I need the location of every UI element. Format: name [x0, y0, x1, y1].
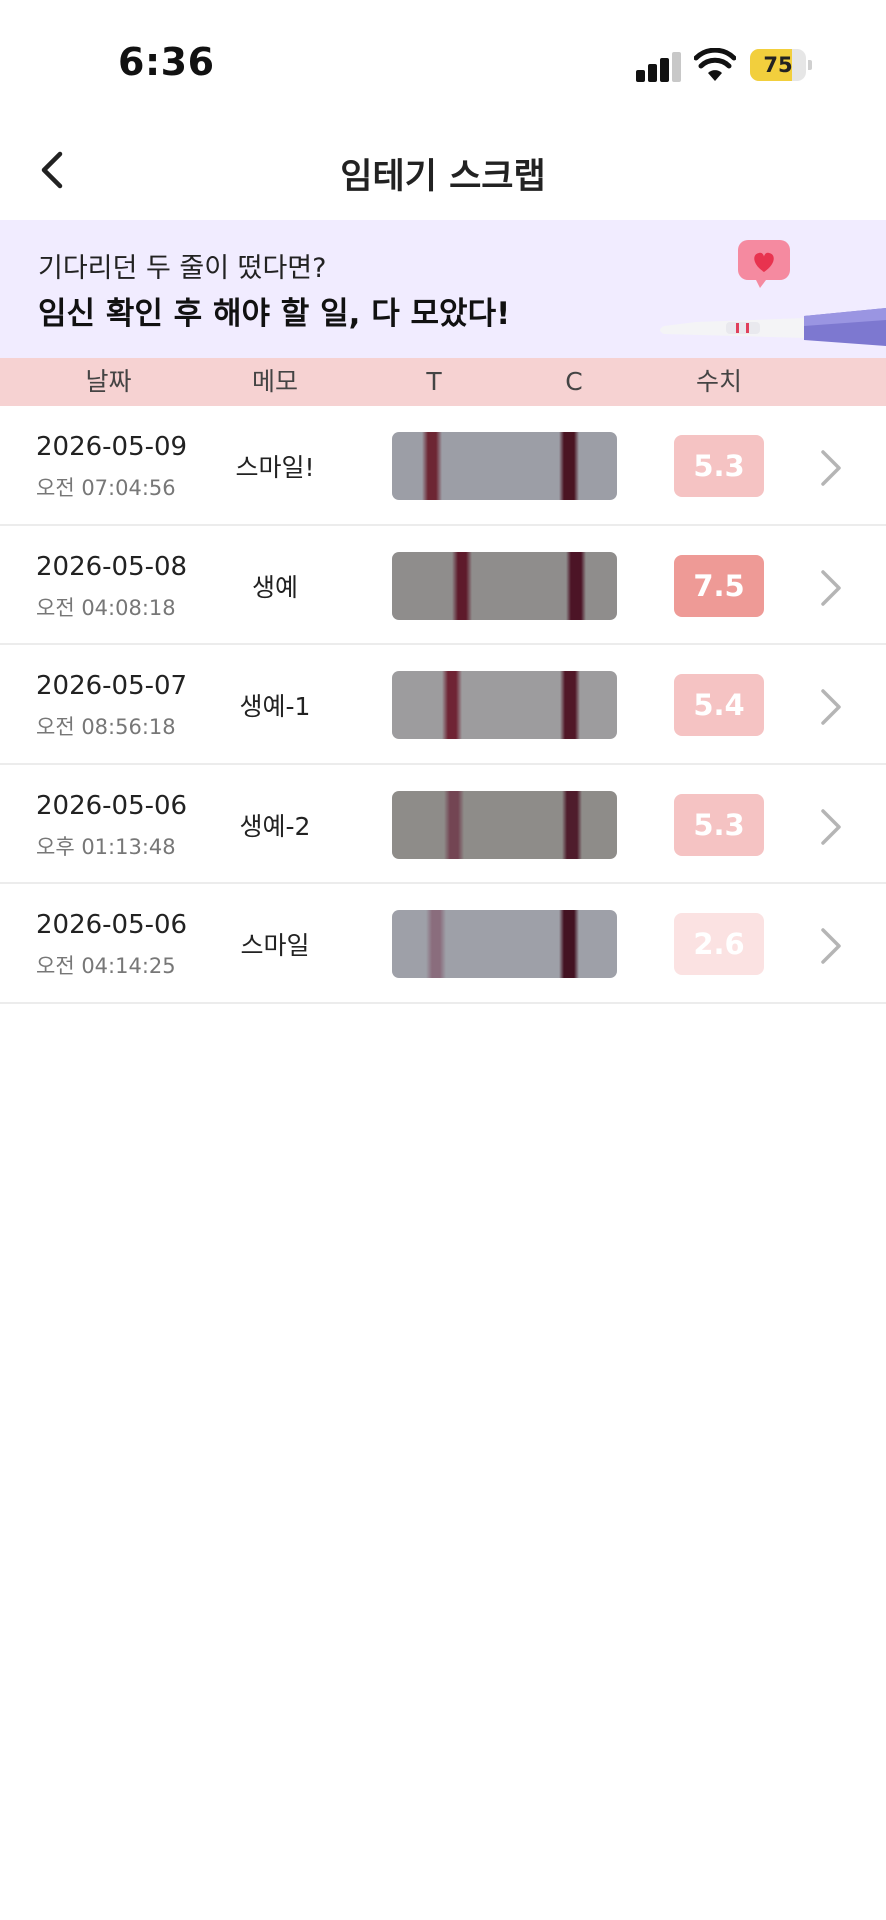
row-memo: 스마일! [235, 453, 315, 482]
chevron-right-icon [821, 928, 841, 964]
column-header-t: T [426, 367, 442, 396]
chevron-right-icon [821, 689, 841, 725]
test-line-t [442, 671, 462, 739]
row-date: 2026-05-09 [36, 432, 188, 462]
chevron-right-icon [821, 569, 841, 606]
promo-banner[interactable]: 기다리던 두 줄이 떴다면? 임신 확인 후 해야 할 일, 다 모았다! [0, 220, 886, 358]
chevron-right-icon [821, 450, 841, 486]
value-badge: 5.4 [674, 674, 764, 736]
value-badge: 5.3 [674, 793, 764, 856]
table-row[interactable]: 2026-05-08 오전 04:08:18 생예 7.5 [0, 526, 886, 645]
control-line-c [562, 790, 582, 859]
control-line-c [559, 910, 579, 978]
test-strip-image [392, 551, 617, 620]
column-header-date: 날짜 [85, 367, 132, 396]
row-date: 2026-05-06 [36, 910, 188, 940]
row-memo: 생예-2 [239, 811, 311, 841]
pregnancy-test-illustration [660, 240, 886, 346]
chevron-right-icon [821, 808, 841, 845]
test-strip-image [392, 790, 617, 859]
value-badge: 5.3 [674, 435, 764, 497]
test-stick-icon [660, 308, 886, 346]
test-line-t [452, 551, 472, 620]
control-line-c [560, 671, 580, 739]
column-header-value: 수치 [695, 367, 742, 396]
test-strip-image [392, 671, 617, 739]
test-line-t [426, 910, 446, 978]
banner-headline: 임신 확인 후 해야 할 일, 다 모았다! [38, 296, 511, 332]
table-row[interactable]: 2026-05-09 오전 07:04:56 스마일! 5.3 [0, 406, 886, 526]
table-row[interactable]: 2026-05-07 오전 08:56:18 생예-1 5.4 [0, 645, 886, 765]
battery-level: 75 [763, 53, 793, 77]
heart-bubble-icon [738, 240, 790, 288]
test-strip-image [392, 910, 617, 978]
row-time: 오전 04:14:25 [36, 954, 176, 978]
row-time: 오후 01:13:48 [36, 834, 176, 859]
row-date: 2026-05-07 [36, 671, 188, 701]
battery-icon: 75 [750, 49, 812, 81]
value-badge: 7.5 [674, 554, 764, 617]
row-time: 오전 07:04:56 [36, 476, 176, 500]
row-time: 오전 04:08:18 [36, 595, 176, 620]
test-line-t [422, 432, 442, 500]
row-memo: 생예-1 [239, 692, 311, 721]
row-date: 2026-05-06 [36, 790, 188, 821]
row-date: 2026-05-08 [36, 551, 188, 582]
test-strip-image [392, 432, 617, 500]
row-time: 오전 08:56:18 [36, 715, 176, 739]
test-line-t [444, 790, 464, 859]
cellular-signal-icon [636, 52, 682, 82]
control-line-c [566, 551, 586, 620]
status-time: 6:36 [118, 40, 215, 84]
status-bar: 6:36 75 [0, 0, 886, 120]
column-header-memo: 메모 [251, 367, 298, 396]
table-header: 날짜 메모 T C 수치 [0, 358, 886, 406]
table-row[interactable]: 2026-05-06 오후 01:13:48 생예-2 5.3 [0, 765, 886, 884]
column-header-c: C [565, 367, 583, 396]
banner-subtitle: 기다리던 두 줄이 떴다면? [38, 253, 327, 284]
nav-header: 임테기 스크랩 [0, 120, 886, 220]
wifi-icon [694, 48, 736, 81]
row-memo: 스마일 [240, 931, 310, 960]
page-title: 임테기 스크랩 [340, 157, 546, 197]
row-memo: 생예 [251, 572, 298, 602]
scrap-list: 2026-05-09 오전 07:04:56 스마일! 5.3 2026-05-… [0, 406, 886, 1004]
control-line-c [559, 432, 579, 500]
table-row[interactable]: 2026-05-06 오전 04:14:25 스마일 2.6 [0, 884, 886, 1004]
value-badge: 2.6 [674, 913, 764, 975]
